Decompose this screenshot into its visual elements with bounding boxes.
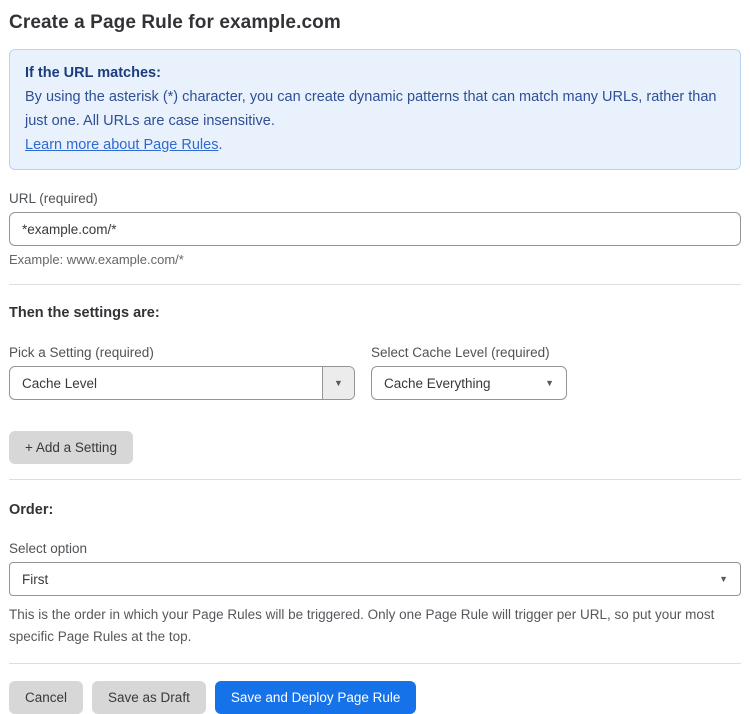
link-period: . bbox=[218, 137, 223, 153]
cache-level-value: Cache Everything bbox=[384, 375, 491, 391]
url-match-info-banner: If the URL matches: By using the asteris… bbox=[9, 49, 741, 170]
setting-picker-label: Pick a Setting (required) bbox=[9, 345, 154, 360]
save-and-deploy-button[interactable]: Save and Deploy Page Rule bbox=[214, 681, 417, 714]
info-banner-body: By using the asterisk (*) character, you… bbox=[25, 89, 717, 129]
url-field-label: URL (required) bbox=[9, 191, 98, 206]
setting-picker-group: Pick a Setting (required) Cache Level ▼ bbox=[9, 345, 355, 400]
order-select-dropdown[interactable]: First ▼ bbox=[9, 562, 741, 596]
order-select-label: Select option bbox=[9, 541, 88, 556]
setting-picker-value: Cache Level bbox=[22, 375, 98, 391]
section-divider bbox=[9, 479, 741, 480]
info-banner-link-line: Learn more about Page Rules. bbox=[25, 133, 725, 157]
order-helper-text: This is the order in which your Page Rul… bbox=[9, 607, 715, 644]
settings-row: Pick a Setting (required) Cache Level ▼ … bbox=[9, 345, 741, 400]
chevron-down-icon: ▼ bbox=[545, 377, 554, 388]
order-select-value: First bbox=[22, 571, 49, 587]
url-field-group: URL (required) Example: www.example.com/… bbox=[9, 191, 741, 267]
setting-picker-arrow-button[interactable]: ▼ bbox=[322, 367, 354, 399]
save-as-draft-button[interactable]: Save as Draft bbox=[92, 681, 206, 714]
order-section-heading: Order: bbox=[9, 502, 54, 518]
cache-level-picker-group: Select Cache Level (required) Cache Ever… bbox=[371, 345, 567, 400]
url-example-helper: Example: www.example.com/* bbox=[9, 252, 184, 267]
cache-level-dropdown[interactable]: Cache Everything ▼ bbox=[371, 366, 567, 400]
page-title: Create a Page Rule for example.com bbox=[9, 12, 341, 33]
learn-more-link[interactable]: Learn more about Page Rules bbox=[25, 137, 218, 153]
add-setting-button[interactable]: + Add a Setting bbox=[9, 431, 133, 464]
chevron-down-icon: ▼ bbox=[334, 377, 343, 388]
chevron-down-icon: ▼ bbox=[719, 573, 728, 584]
settings-section-heading: Then the settings are: bbox=[9, 305, 160, 321]
section-divider bbox=[9, 663, 741, 664]
info-banner-heading: If the URL matches: bbox=[25, 65, 161, 81]
cancel-button[interactable]: Cancel bbox=[9, 681, 84, 714]
section-divider bbox=[9, 284, 741, 285]
cache-level-picker-label: Select Cache Level (required) bbox=[371, 345, 550, 360]
setting-picker-dropdown[interactable]: Cache Level ▼ bbox=[9, 366, 355, 400]
url-input[interactable] bbox=[9, 212, 741, 246]
form-actions: Cancel Save as Draft Save and Deploy Pag… bbox=[9, 681, 741, 714]
